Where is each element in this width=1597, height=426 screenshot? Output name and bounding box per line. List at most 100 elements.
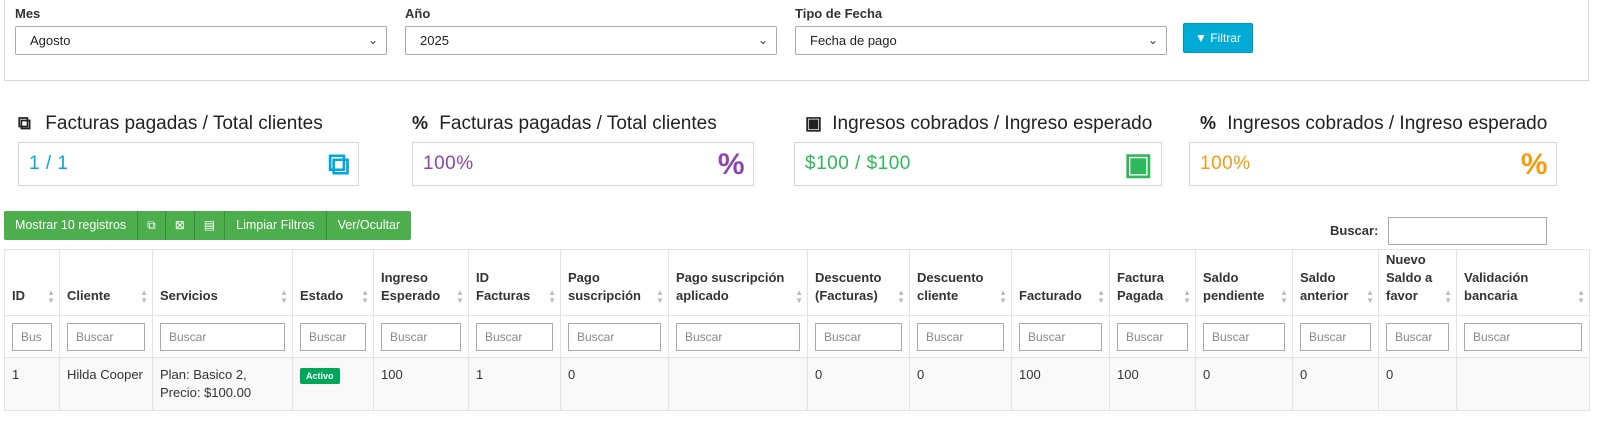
kpi-value: 100% — [1200, 153, 1251, 174]
kpi-value-box: 1 / 1 ⧉ — [18, 142, 359, 186]
table-header-row: ID ▲ ▼ Cliente ▲ ▼ Servicios ▲ ▼ Estado ▲ ▼ Ingr… — [4, 249, 1590, 316]
column-filter-input[interactable]: Buscar — [1386, 322, 1449, 351]
search-input[interactable] — [1388, 217, 1547, 245]
column-filter-input[interactable]: Buscar — [815, 322, 902, 351]
percent-icon: % — [717, 148, 745, 181]
date-type-label: Tipo de Fecha — [795, 6, 883, 21]
column-header[interactable]: Validación bancaria ▲ ▼ — [1456, 249, 1590, 316]
kpi-title: ▣ Ingresos cobrados / Ingreso esperado — [805, 110, 1162, 136]
copy-icon: ⧉ — [147, 218, 156, 232]
filter-icon: ▼ — [1195, 31, 1207, 45]
column-filter-input[interactable]: Buscar — [1203, 322, 1285, 351]
column-header[interactable]: Nuevo Saldo a favor ▲ ▼ — [1378, 249, 1457, 316]
sort-icon: ▲ ▼ — [897, 288, 905, 305]
kpi-title-text: Ingresos cobrados / Ingreso esperado — [832, 113, 1153, 134]
column-header[interactable]: Facturado ▲ ▼ — [1011, 249, 1110, 316]
column-filter-input[interactable]: Buscar — [476, 322, 553, 351]
column-filter-input[interactable]: Buscar — [67, 322, 145, 351]
column-filter-input[interactable]: Buscar — [1300, 322, 1371, 351]
column-header[interactable]: Pago suscripción aplicado ▲ ▼ — [668, 249, 808, 316]
cell-facturado: 100 — [1011, 357, 1110, 411]
servicios-plan: Plan: Basico 2, — [160, 367, 247, 382]
column-header[interactable]: Servicios ▲ ▼ — [152, 249, 293, 316]
sort-icon: ▲ ▼ — [140, 288, 148, 305]
sort-icon: ▲ ▼ — [47, 288, 55, 305]
filter-button[interactable]: ▼ Filtrar — [1183, 23, 1253, 53]
kpi-value-box: 100% % — [412, 142, 754, 186]
date-type-select-value: Fecha de pago — [810, 33, 897, 48]
show-records-button[interactable]: Mostrar 10 registros — [4, 211, 139, 240]
money-icon: ▣ — [1124, 148, 1153, 181]
sort-icon: ▲ ▼ — [1183, 288, 1191, 305]
filter-button-label: Filtrar — [1210, 31, 1241, 45]
year-select-value: 2025 — [420, 33, 449, 48]
cell-cliente: Hilda Cooper — [59, 357, 153, 411]
servicios-precio: Precio: $100.00 — [160, 385, 252, 400]
column-header[interactable]: Ingreso Esperado ▲ ▼ — [373, 249, 469, 316]
sort-icon: ▲ ▼ — [1097, 288, 1105, 305]
cell-servicios: Plan: Basico 2, Precio: $100.00 — [152, 357, 293, 411]
money-icon: ▣ — [805, 113, 823, 133]
column-header[interactable]: Estado ▲ ▼ — [292, 249, 374, 316]
cell-factura-pagada: 100 — [1109, 357, 1196, 411]
chevron-down-icon: ⌄ — [367, 33, 378, 47]
excel-button[interactable]: ⊠ — [165, 211, 195, 240]
sort-icon: ▲ ▼ — [1577, 288, 1585, 305]
column-filter-input[interactable]: Bus — [12, 322, 52, 351]
column-header[interactable]: Saldo pendiente ▲ ▼ — [1195, 249, 1293, 316]
kpi-title: % Facturas pagadas / Total clientes — [412, 110, 754, 136]
column-filter-input[interactable]: Buscar — [160, 322, 285, 351]
table-filter-row: Bus Buscar Buscar Buscar Buscar Buscar B… — [4, 315, 1590, 358]
column-filter-input[interactable]: Buscar — [381, 322, 461, 351]
kpi-title: ⧉ Facturas pagadas / Total clientes — [18, 110, 359, 136]
column-filter-input[interactable]: Buscar — [676, 322, 800, 351]
cell-saldo-pendiente: 0 — [1195, 357, 1293, 411]
table-toolbar: Mostrar 10 registros ⧉ ⊠ ▤ Limpiar Filtr… — [4, 211, 412, 240]
kpi-title-text: Facturas pagadas / Total clientes — [45, 113, 323, 134]
column-header[interactable]: Cliente ▲ ▼ — [59, 249, 153, 316]
year-select[interactable]: 2025 ⌄ — [405, 26, 777, 55]
column-header[interactable]: Factura Pagada ▲ ▼ — [1109, 249, 1196, 316]
month-filter-group: Mes Agosto ⌄ — [15, 6, 387, 55]
month-select[interactable]: Agosto ⌄ — [15, 26, 387, 55]
column-header[interactable]: Pago suscripción ▲ ▼ — [560, 249, 669, 316]
kpi-value-box: 100% % — [1189, 142, 1557, 186]
chevron-down-icon: ⌄ — [757, 33, 768, 47]
kpi-value-box: $100 / $100 ▣ — [794, 142, 1162, 186]
sort-icon: ▲ ▼ — [795, 288, 803, 305]
percent-icon: % — [1520, 148, 1548, 181]
pdf-button[interactable]: ▤ — [194, 211, 226, 240]
year-filter-group: Año 2025 ⌄ — [405, 6, 777, 55]
kpi-value: 100% — [423, 153, 474, 174]
cell-ingreso-esperado: 100 — [373, 357, 469, 411]
toggle-columns-button[interactable]: Ver/Ocultar — [326, 211, 412, 240]
column-header[interactable]: Descuento cliente ▲ ▼ — [909, 249, 1012, 316]
filter-panel: Mes Agosto ⌄ Año 2025 ⌄ Tipo de Fecha Fe… — [4, 0, 1589, 81]
column-filter-input[interactable]: Buscar — [917, 322, 1004, 351]
cell-nuevo-saldo-favor: 0 — [1378, 357, 1457, 411]
kpi-paid-invoices-ratio: ⧉ Facturas pagadas / Total clientes 1 / … — [18, 110, 359, 186]
sort-icon: ▲ ▼ — [456, 288, 464, 305]
column-header[interactable]: ID ▲ ▼ — [4, 249, 60, 316]
column-filter-input[interactable]: Buscar — [1019, 322, 1102, 351]
column-filter-input[interactable]: Buscar — [300, 322, 366, 351]
sort-icon: ▲ ▼ — [548, 288, 556, 305]
date-type-select[interactable]: Fecha de pago ⌄ — [795, 26, 1167, 55]
copy-button[interactable]: ⧉ — [138, 211, 166, 240]
clear-filters-button[interactable]: Limpiar Filtros — [225, 211, 327, 240]
cell-estado: Activo — [292, 357, 374, 411]
column-header[interactable]: Descuento (Facturas) ▲ ▼ — [807, 249, 910, 316]
column-header[interactable]: ID Facturas ▲ ▼ — [468, 249, 561, 316]
sort-icon: ▲ ▼ — [361, 288, 369, 305]
column-header[interactable]: Saldo anterior ▲ ▼ — [1292, 249, 1379, 316]
percent-icon: % — [412, 113, 429, 133]
column-filter-input[interactable]: Buscar — [1117, 322, 1188, 351]
sort-icon: ▲ ▼ — [1366, 288, 1374, 305]
sort-icon: ▲ ▼ — [999, 288, 1007, 305]
column-filter-input[interactable]: Buscar — [568, 322, 661, 351]
cell-id: 1 — [4, 357, 60, 411]
data-table: ID ▲ ▼ Cliente ▲ ▼ Servicios ▲ ▼ Estado ▲ ▼ Ingr… — [4, 249, 1590, 411]
status-badge: Activo — [300, 368, 340, 384]
table-row[interactable]: 1 Hilda Cooper Plan: Basico 2, Precio: $… — [4, 357, 1590, 411]
column-filter-input[interactable]: Buscar — [1464, 322, 1582, 351]
